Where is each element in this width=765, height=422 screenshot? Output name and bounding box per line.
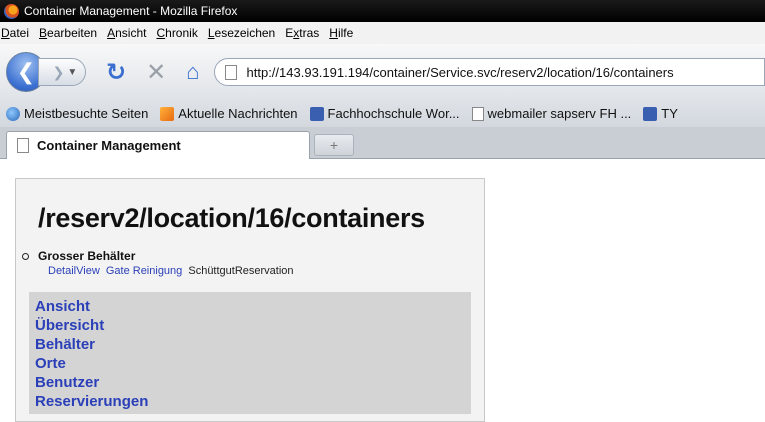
forward-arrow-icon: ❯ (52, 63, 65, 80)
url-text[interactable]: http://143.93.191.194/container/Service.… (247, 65, 674, 80)
tab-label: Container Management (37, 138, 181, 153)
rss-icon (160, 106, 175, 121)
navigation-list: Ansicht Übersicht Behälter Orte Benutzer… (29, 292, 471, 411)
forward-button[interactable]: ❯ ▼ (38, 58, 86, 86)
history-dropdown-icon[interactable]: ▼ (67, 67, 77, 78)
nav-link-uebersicht[interactable]: Übersicht (35, 316, 471, 335)
menu-ansicht[interactable]: Ansicht (107, 26, 146, 40)
nav-link-ansicht[interactable]: Ansicht (35, 297, 471, 316)
home-icon[interactable]: ⌂ (186, 59, 199, 85)
gate-reinigung-link[interactable]: Gate Reinigung (106, 265, 182, 277)
container-actions: DetailView Gate Reinigung SchüttgutReser… (48, 265, 294, 277)
menu-extras[interactable]: Extras (285, 26, 319, 40)
navigation-toolbar: ❮ ❯ ▼ ↻ ✕ ⌂ http://143.93.191.194/contai… (0, 44, 765, 100)
tab-bar: Container Management + (0, 127, 765, 159)
page-icon (224, 64, 237, 80)
bookmarks-toolbar: Meistbesuchte Seiten Aktuelle Nachrichte… (0, 100, 765, 127)
list-item: Grosser Behälter DetailView Gate Reinigu… (22, 249, 294, 277)
menu-bearbeiten[interactable]: Bearbeiten (39, 26, 97, 40)
page-icon (17, 138, 29, 153)
page-icon (471, 106, 484, 121)
menu-lesezeichen[interactable]: Lesezeichen (208, 26, 275, 40)
stop-icon[interactable]: ✕ (146, 58, 166, 87)
detailview-link[interactable]: DetailView (48, 265, 100, 277)
new-tab-button[interactable]: + (314, 134, 354, 156)
window-title: Container Management - Mozilla Firefox (24, 4, 238, 18)
bookmark-aktuelle-nachrichten[interactable]: Aktuelle Nachrichten (160, 106, 298, 121)
nav-link-orte[interactable]: Orte (35, 354, 471, 373)
firefox-logo-icon (4, 3, 19, 19)
plus-icon: + (329, 137, 339, 153)
menu-hilfe[interactable]: Hilfe (329, 26, 353, 40)
nav-link-benutzer[interactable]: Benutzer (35, 373, 471, 392)
url-bar[interactable]: http://143.93.191.194/container/Service.… (213, 58, 765, 86)
bookmark-ty[interactable]: TY (643, 106, 678, 121)
container-list: Grosser Behälter DetailView Gate Reinigu… (22, 249, 294, 277)
page-title: /reserv2/location/16/containers (38, 203, 425, 233)
back-arrow-icon: ❮ (16, 59, 36, 84)
window-title-bar: Container Management - Mozilla Firefox (0, 0, 765, 22)
bullet-icon (22, 253, 29, 260)
globe-icon (6, 106, 20, 121)
container-name: Grosser Behälter (38, 249, 136, 263)
reload-icon[interactable]: ↻ (106, 58, 126, 87)
content-panel: /reserv2/location/16/containers Grosser … (15, 178, 485, 422)
bookmark-fachhochschule[interactable]: Fachhochschule Wor... (309, 106, 460, 121)
menu-chronik[interactable]: Chronik (156, 26, 197, 40)
menu-datei[interactable]: Datei (1, 26, 29, 40)
site-favicon-icon (309, 106, 324, 121)
page-content: /reserv2/location/16/containers Grosser … (0, 160, 765, 422)
site-favicon-icon (643, 106, 658, 121)
nav-link-behaelter[interactable]: Behälter (35, 335, 471, 354)
menu-bar: Datei Bearbeiten Ansicht Chronik Lesezei… (0, 22, 765, 44)
bookmark-meistbesuchte-seiten[interactable]: Meistbesuchte Seiten (6, 106, 148, 121)
schuettgut-reservation-text: SchüttgutReservation (188, 265, 294, 277)
navigation-box: Ansicht Übersicht Behälter Orte Benutzer… (29, 292, 471, 414)
bookmark-webmailer[interactable]: webmailer sapserv FH ... (471, 106, 631, 121)
nav-link-reservierungen[interactable]: Reservierungen (35, 392, 471, 411)
tab-container-management[interactable]: Container Management (6, 131, 310, 159)
